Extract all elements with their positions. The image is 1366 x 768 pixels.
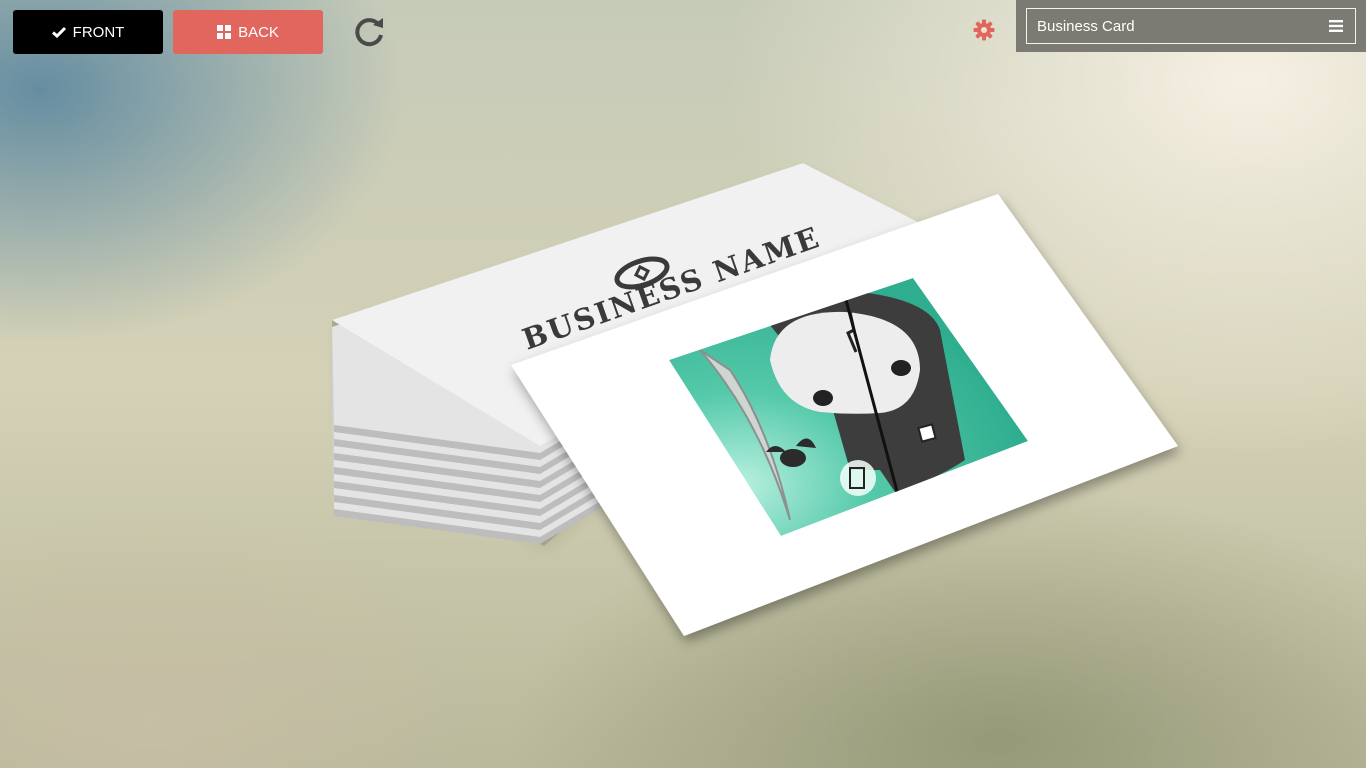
product-select-panel: Business Card <box>1016 0 1366 52</box>
gear-icon[interactable] <box>973 19 995 41</box>
back-button[interactable]: BACK <box>173 10 323 54</box>
back-button-label: BACK <box>238 23 279 41</box>
product-select-value: Business Card <box>1037 17 1135 35</box>
front-button[interactable]: FRONT <box>13 10 163 54</box>
front-button-label: FRONT <box>72 23 125 41</box>
card-mockup-scene: BUSINESS NAME <box>332 163 1178 636</box>
product-select[interactable]: Business Card <box>1026 8 1356 44</box>
refresh-icon[interactable] <box>354 16 386 48</box>
hamburger-icon <box>1329 20 1343 32</box>
check-icon <box>51 26 66 38</box>
grid-icon <box>217 25 232 39</box>
